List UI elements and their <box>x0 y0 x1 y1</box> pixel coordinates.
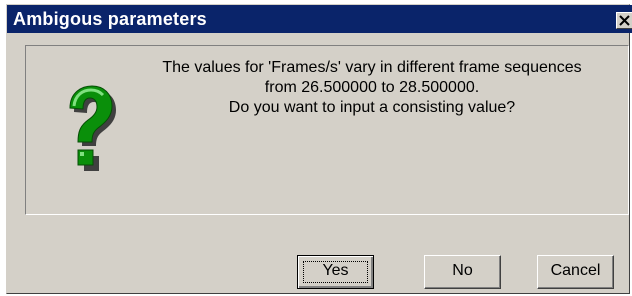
message-text: The values for 'Frames/s' vary in differ… <box>114 58 630 118</box>
question-icon <box>69 85 116 171</box>
message-line: Do you want to input a consisting value? <box>228 99 516 116</box>
close-button[interactable] <box>616 12 632 29</box>
cancel-button[interactable]: Cancel <box>537 255 614 289</box>
window-title: Ambigous parameters <box>13 9 207 29</box>
yes-button[interactable]: Yes <box>297 255 374 289</box>
yes-button-label: Yes <box>322 262 349 279</box>
dialog-window: Ambigous parameters The values for 'Fram… <box>6 4 632 294</box>
no-button-label: No <box>452 262 473 279</box>
cancel-button-label: Cancel <box>550 262 601 279</box>
title-bar[interactable]: Ambigous parameters <box>7 5 632 33</box>
message-line: The values for 'Frames/s' vary in differ… <box>162 59 582 76</box>
no-button[interactable]: No <box>424 255 501 289</box>
message-line: from 26.500000 to 28.500000. <box>264 79 480 96</box>
message-panel: The values for 'Frames/s' vary in differ… <box>25 45 629 215</box>
close-icon <box>619 15 630 26</box>
